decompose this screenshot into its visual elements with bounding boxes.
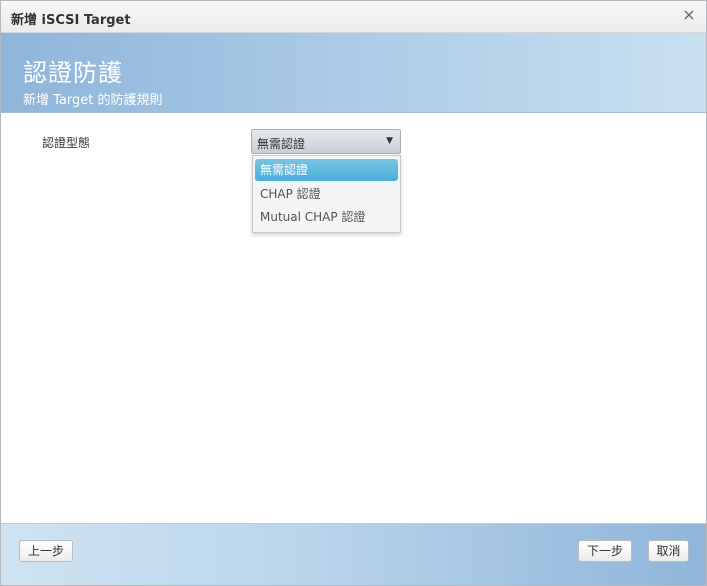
auth-type-select-value: 無需認證 [257, 137, 306, 151]
step-banner: 認證防護 新增 Target 的防護規則 [1, 33, 706, 113]
iscsi-target-dialog: 新增 iSCSI Target × 認證防護 新增 Target 的防護規則 認… [0, 0, 707, 586]
auth-type-label: 認證型態 [42, 136, 91, 150]
auth-type-select[interactable]: 無需認證 ▼ [251, 129, 401, 154]
next-step-button[interactable]: 下一步 [578, 540, 632, 562]
cancel-button[interactable]: 取消 [648, 540, 689, 562]
auth-type-option-none[interactable]: 無需認證 [255, 159, 398, 181]
previous-step-button[interactable]: 上一步 [19, 540, 73, 562]
step-subheading: 新增 Target 的防護規則 [23, 93, 163, 108]
step-heading: 認證防護 [23, 59, 123, 87]
dialog-titlebar: 新增 iSCSI Target × [1, 1, 706, 33]
auth-type-option-chap[interactable]: CHAP 認證 [255, 183, 398, 205]
dialog-title: 新增 iSCSI Target [11, 13, 131, 28]
dialog-footer: 上一步 下一步 取消 [1, 523, 706, 585]
chevron-down-icon: ▼ [386, 136, 393, 146]
auth-type-option-mutual-chap[interactable]: Mutual CHAP 認證 [255, 206, 398, 228]
auth-type-dropdown-list: 無需認證 CHAP 認證 Mutual CHAP 認證 [252, 155, 401, 233]
dialog-content: 認證型態 無需認證 ▼ 無需認證 CHAP 認證 Mutual CHAP 認證 [1, 113, 706, 523]
close-icon[interactable]: × [681, 7, 697, 23]
